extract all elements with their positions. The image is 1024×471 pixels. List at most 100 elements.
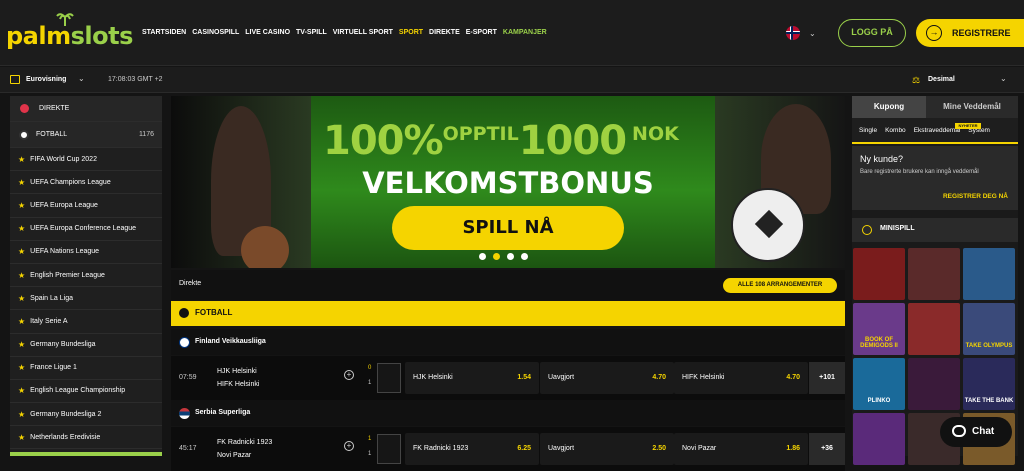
add-favorite-icon[interactable]: + [344, 370, 354, 380]
clock: 17:08:03 GMT +2 [108, 76, 163, 83]
minigames-header[interactable]: MINISPILL [852, 218, 1018, 242]
odds-away-button[interactable]: HIFK Helsinki 4.70 [674, 362, 808, 394]
match-row[interactable]: 45:17 FK Radnicki 1923 Novi Pazar + 1 1 … [171, 427, 845, 471]
sidebar-league[interactable]: ★ UEFA Europa League [10, 194, 162, 218]
odds-icon: ⚖ [912, 75, 921, 85]
sports-sidebar: DIREKTE FOTBALL 1176 ★ FIFA World Cup 2022… [10, 96, 162, 456]
banner-offer: 100%OPPTIL1000 NOK [323, 118, 679, 164]
tab-single[interactable]: Single [859, 127, 877, 134]
banner-headline: VELKOMSTBONUS [362, 166, 654, 200]
live-title: Direkte [179, 280, 202, 287]
top-bar: palmslots STARTSIDEN CASINOSPILL LIVE CA… [0, 0, 1024, 66]
chevron-down-icon[interactable]: ⌄ [78, 74, 85, 83]
sidebar-league[interactable]: ★ English Premier League [10, 264, 162, 288]
game-tile[interactable]: BOOK OF DEMIGODS II [853, 303, 905, 355]
home-score: 1 [368, 436, 372, 442]
game-tile[interactable] [908, 358, 960, 410]
star-icon: ★ [18, 224, 26, 234]
game-tile[interactable]: PLINKO [853, 358, 905, 410]
star-icon: ★ [18, 340, 26, 350]
chat-button[interactable]: Chat [940, 417, 1012, 447]
nav-live-casino[interactable]: LIVE CASINO [245, 29, 290, 36]
odds-home-button[interactable]: FK Radnicki 1923 6.25 [405, 433, 539, 465]
sub-bar: Eurovisning ⌄ 17:08:03 GMT +2 ⚖ Desimal … [0, 67, 1024, 93]
carousel-dots [479, 253, 528, 260]
tab-kombo[interactable]: Kombo [885, 127, 906, 134]
register-button[interactable]: → REGISTRERE [916, 19, 1024, 47]
sidebar-league[interactable]: ★ English League Championship [10, 380, 162, 404]
nav-kampanjer[interactable]: KAMPANJER [503, 29, 547, 36]
promo-banner[interactable]: 100%OPPTIL1000 NOK VELKOMSTBONUS SPILL NÅ [171, 96, 845, 268]
nav-startsiden[interactable]: STARTSIDEN [142, 29, 186, 36]
sidebar-league[interactable]: ★ Spain La Liga [10, 287, 162, 311]
tab-ekstraveddemal[interactable]: Ekstraveddemål [914, 127, 961, 134]
star-icon: ★ [18, 154, 26, 164]
finland-flag-icon [179, 337, 190, 348]
game-tile[interactable]: TAKE OLYMPUS [963, 303, 1015, 355]
star-icon: ★ [18, 432, 26, 442]
more-markets-button[interactable]: +101 [809, 362, 845, 394]
register-now-link[interactable]: REGISTRER DEG NÅ [943, 193, 1008, 200]
sidebar-league[interactable]: ★ FIFA World Cup 2022 [10, 148, 162, 172]
new-customer-title: Ny kunde? [860, 154, 904, 164]
odds-away-button[interactable]: Novi Pazar 1.86 [674, 433, 808, 465]
nav-tv-spill[interactable]: TV-SPILL [296, 29, 327, 36]
sidebar-league[interactable]: ★ Italy Serie A [10, 310, 162, 334]
sidebar-item-direkte[interactable]: DIREKTE [10, 96, 162, 122]
game-tile[interactable] [908, 303, 960, 355]
tab-kupong[interactable]: Kupong [852, 96, 926, 118]
live-section-header: Direkte ALLE 108 ARRANGEMENTER [171, 270, 845, 300]
nav-casinospill[interactable]: CASINOSPILL [192, 29, 239, 36]
sidebar-league[interactable]: ★ Germany Bundesliga [10, 334, 162, 357]
carousel-dot[interactable] [521, 253, 528, 260]
sidebar-league[interactable]: ★ UEFA Champions League [10, 171, 162, 195]
chevron-down-icon[interactable]: ⌄ [809, 29, 816, 38]
nav-e-sport[interactable]: E-SPORT [466, 29, 497, 36]
odds-draw-button[interactable]: Uavgjort 2.50 [540, 433, 674, 465]
game-tile[interactable]: TAKE THE BANK [963, 358, 1015, 410]
event-selector[interactable]: Eurovisning [26, 76, 66, 83]
odds-home-button[interactable]: HJK Helsinki 1.54 [405, 362, 539, 394]
odds-draw-button[interactable]: Uavgjort 4.70 [540, 362, 674, 394]
sidebar-league[interactable]: ★ Germany Bundesliga 2 [10, 403, 162, 427]
nav-virtuell-sport[interactable]: VIRTUELL SPORT [333, 29, 393, 36]
sidebar-league[interactable]: ★ UEFA Nations League [10, 241, 162, 264]
nav-sport[interactable]: SPORT [399, 29, 423, 36]
odds-format-selector[interactable]: Desimal [928, 76, 955, 83]
serbia-flag-icon [179, 408, 190, 419]
pitch-icon[interactable] [377, 363, 401, 393]
norway-flag-icon[interactable] [786, 26, 800, 40]
sport-header-football[interactable]: FOTBALL [171, 301, 845, 326]
away-score: 1 [368, 451, 372, 457]
chevron-down-icon[interactable]: ⌄ [1000, 74, 1007, 83]
betslip-tabs: Kupong Mine Veddemål [852, 96, 1018, 118]
sidebar-count: 1176 [138, 131, 154, 138]
login-button[interactable]: LOGG PÅ [838, 19, 906, 47]
star-icon: ★ [18, 293, 26, 303]
all-events-button[interactable]: ALLE 108 ARRANGEMENTER [723, 278, 837, 293]
sidebar-league[interactable]: ★ UEFA Europa Conference League [10, 218, 162, 241]
game-tile[interactable] [853, 248, 905, 300]
sidebar-item-fotball[interactable]: FOTBALL 1176 [10, 122, 162, 148]
tab-mine-veddemal[interactable]: Mine Veddemål [926, 96, 1018, 118]
star-icon: ★ [18, 200, 26, 210]
play-now-button[interactable]: SPILL NÅ [392, 206, 624, 250]
game-tile[interactable] [908, 248, 960, 300]
match-row[interactable]: 07:59 HJK Helsinki HIFK Helsinki + 0 1 H… [171, 356, 845, 400]
carousel-dot[interactable] [479, 253, 486, 260]
carousel-dot[interactable] [507, 253, 514, 260]
more-markets-button[interactable]: +36 [809, 433, 845, 465]
league-header[interactable]: Finland Veikkausliiga [171, 329, 845, 355]
add-favorite-icon[interactable]: + [344, 441, 354, 451]
game-tile[interactable] [963, 248, 1015, 300]
nav-direkte[interactable]: DIREKTE [429, 29, 460, 36]
league-header[interactable]: Serbia Superliga [171, 400, 845, 426]
play-icon [862, 225, 872, 235]
game-tile[interactable] [853, 413, 905, 465]
logo[interactable]: palmslots [6, 22, 133, 50]
pitch-icon[interactable] [377, 434, 401, 464]
sidebar-league[interactable]: ★ France Ligue 1 [10, 357, 162, 380]
new-badge: NYHETER [955, 123, 981, 129]
sidebar-league[interactable]: ★ Netherlands Eredivisie [10, 426, 162, 450]
carousel-dot-active[interactable] [493, 253, 500, 260]
